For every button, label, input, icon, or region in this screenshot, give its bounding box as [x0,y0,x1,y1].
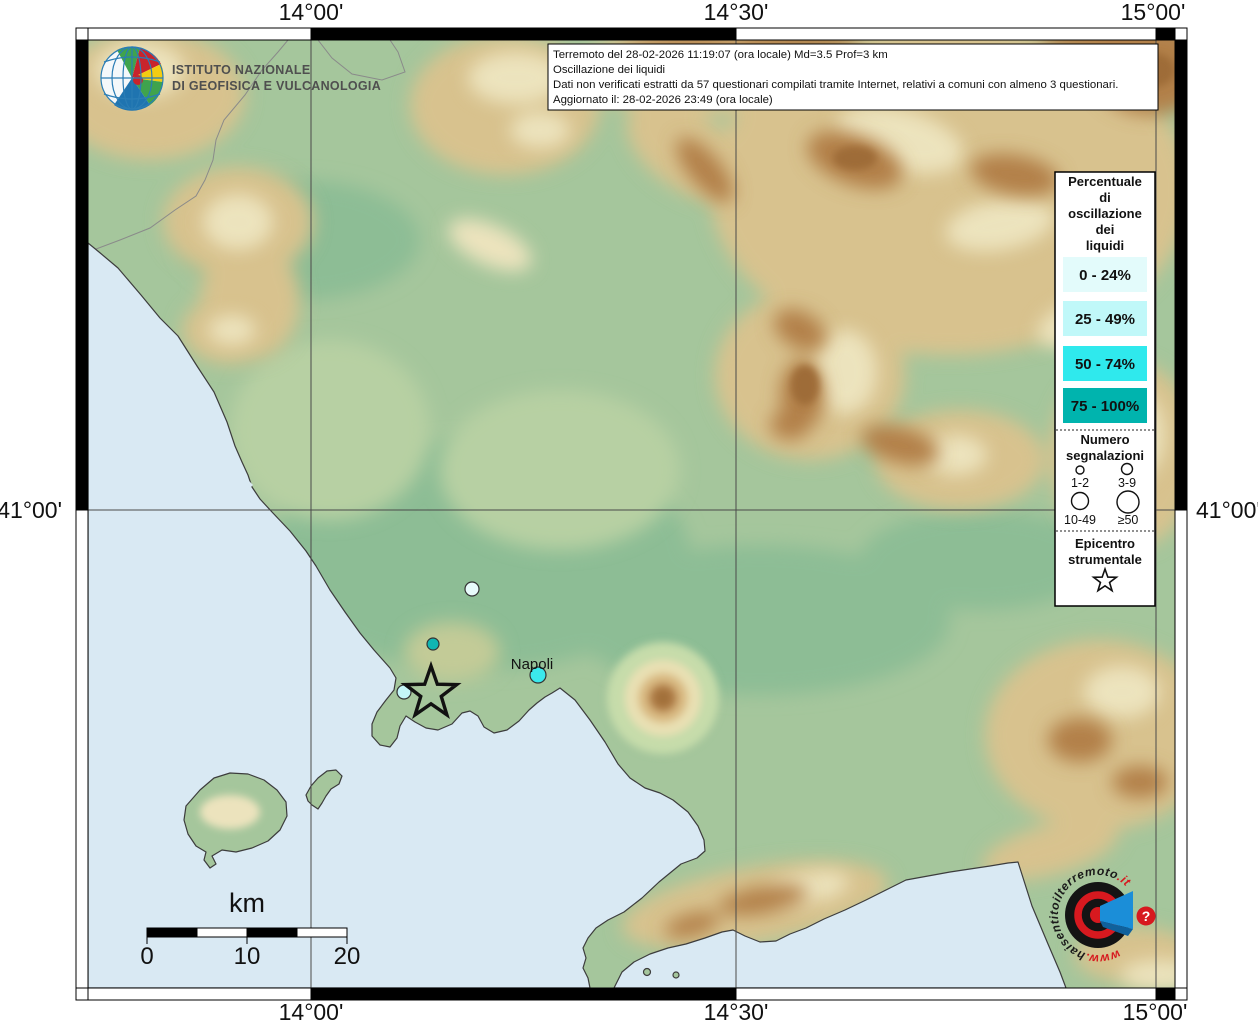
islet-capri-a [644,969,651,976]
scale-tick-20: 20 [334,943,361,970]
scale-tick-0: 0 [140,943,153,970]
map-page: km 0 10 20 Napoli [0,0,1258,1024]
islet-capri-b [673,972,679,978]
axis-right-41-00: 41°00' [1196,497,1258,523]
title-line-source: Dati non verificati estratti da 57 quest… [553,79,1118,91]
map-canvas: km 0 10 20 Napoli [0,0,1258,1024]
svg-text:di: di [1099,190,1111,205]
map-area: km 0 10 20 Napoli [55,22,1215,990]
scale-segment [297,928,347,937]
title-box: Terremoto del 28-02-2026 11:19:07 (ora l… [548,44,1158,110]
city-label-napoli: Napoli [511,656,554,673]
axis-bottom-14-00: 14°00' [279,999,344,1024]
svg-text:dei: dei [1096,222,1115,237]
legend-swatch-label: 75 - 100% [1071,398,1139,415]
legend-epicenter-title: Epicentro [1075,536,1135,551]
scale-unit-label: km [229,888,265,918]
question-mark: ? [1142,908,1151,924]
legend-percent-title: Percentuale [1068,174,1142,189]
legend-size-label: 3-9 [1118,476,1136,490]
title-line-effect: Oscillazione dei liquidi [553,64,665,76]
scale-segment [197,928,247,937]
data-point [427,638,439,650]
legend-size-label: ≥50 [1118,513,1139,527]
scale-tick-10: 10 [234,943,261,970]
title-line-updated: Aggiornato il: 28-02-2026 23:49 (ora loc… [553,94,773,106]
legend-size-label: 1-2 [1071,476,1089,490]
ischia-relief [200,795,260,829]
scale-segment [247,928,297,937]
axis-bottom-14-30: 14°30' [704,999,769,1024]
vesuvius-cone [607,642,719,754]
svg-text:segnalazioni: segnalazioni [1066,448,1144,463]
legend-box: Percentuale di oscillazione dei liquidi … [1055,172,1155,606]
axis-bottom-15-00: 15°00' [1123,999,1188,1024]
axis-top-14-00: 14°00' [279,0,344,25]
ingv-name-line2: DI GEOFISICA E VULCANOLOGIA [172,79,381,93]
svg-text:oscillazione: oscillazione [1068,206,1142,221]
axis-top-14-30: 14°30' [704,0,769,25]
legend-size-label: 10-49 [1064,513,1096,527]
title-line-event: Terremoto del 28-02-2026 11:19:07 (ora l… [553,49,888,61]
legend-swatch-label: 50 - 74% [1075,356,1135,373]
svg-text:liquidi: liquidi [1086,238,1124,253]
data-point [465,582,479,596]
svg-text:strumentale: strumentale [1068,552,1142,567]
axis-top-15-00: 15°00' [1121,0,1186,25]
legend-count-title: Numero [1080,432,1129,447]
legend-swatch-label: 0 - 24% [1079,267,1131,284]
ingv-name-line1: ISTITUTO NAZIONALE [172,63,311,77]
axis-left-41-00: 41°00' [0,497,62,523]
legend-swatch-label: 25 - 49% [1075,311,1135,328]
scale-segment [147,928,197,937]
